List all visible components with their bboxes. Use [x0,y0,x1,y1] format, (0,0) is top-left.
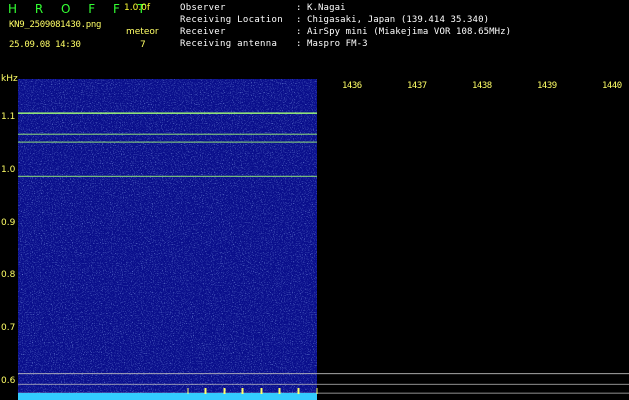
info-key-location: Receiving Location [180,15,283,25]
info-key-observer: Observer [180,3,226,13]
info-value-antenna: Maspro FM-3 [307,39,368,49]
y-tick-label: 0.7 [1,322,16,333]
info-colon: : [296,27,302,37]
waterfall-noise [18,79,317,400]
meteor-label: meteor [126,27,159,37]
info-value-observer: K.Nagai [307,3,346,13]
info-colon: : [296,3,302,13]
baseline-band [18,393,317,400]
info-colon: : [296,15,302,25]
y-tick-label: 1.0 [1,165,16,176]
meteor-count: 7 [140,40,146,50]
y-axis-unit-label: kHz [1,74,18,84]
filename-label: KN9_2509081430.png [9,20,102,30]
info-key-antenna: Receiving antenna [180,39,278,49]
info-colon: : [296,39,302,49]
waterfall-spectrogram [18,79,629,400]
datetime-label: 25.09.08 14:30 [9,40,81,50]
info-key-receiver: Receiver [180,27,226,37]
info-value-receiver: AirSpy mini (Miakejima VOR 108.65MHz) [307,27,512,37]
info-value-location: Chigasaki, Japan (139.414 35.340) [307,15,490,25]
y-tick-label: 1.1 [1,112,16,123]
y-tick-label: 0.9 [1,217,16,228]
y-tick-label: 0.8 [1,270,16,281]
y-tick-label: 0.6 [1,375,16,386]
version-label: 1.0.0f [124,3,151,13]
